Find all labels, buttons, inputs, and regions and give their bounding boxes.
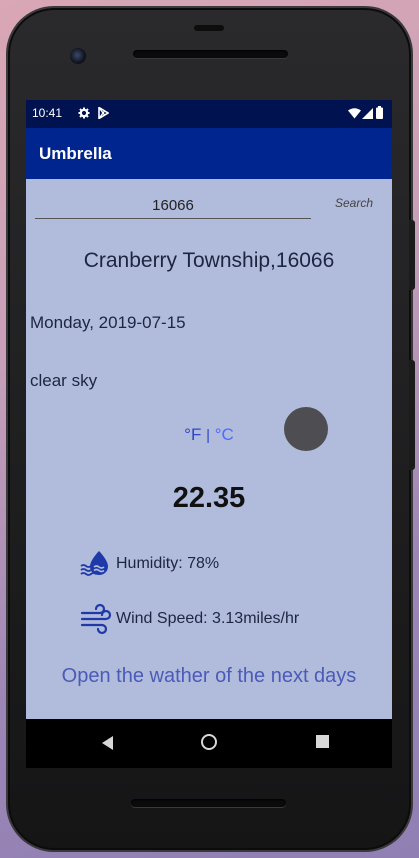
location-label: Cranberry Township,16066 (83, 249, 335, 272)
recents-icon[interactable] (316, 735, 329, 748)
back-icon[interactable] (102, 736, 113, 750)
wind-icon (80, 603, 112, 635)
screen: 10:41 Umbrella 16066 Search Cranberry To… (26, 100, 392, 768)
volume-button (409, 220, 415, 290)
gear-icon (78, 107, 90, 119)
touch-indicator (284, 407, 328, 451)
next-days-link[interactable]: Open the wather of the next days (26, 665, 392, 688)
fahrenheit-toggle[interactable]: °F (184, 425, 201, 444)
humidity-icon (80, 551, 108, 576)
navigation-bar (26, 719, 392, 768)
home-icon[interactable] (201, 734, 217, 750)
humidity-label: Humidity: 78% (116, 555, 220, 572)
wifi-icon (348, 108, 361, 119)
signal-icon (362, 108, 373, 119)
status-bar: 10:41 (26, 100, 392, 128)
status-time: 10:41 (32, 106, 63, 120)
phone-frame: 10:41 Umbrella 16066 Search Cranberry To… (8, 8, 415, 850)
app-title: Umbrella (39, 144, 112, 163)
search-button[interactable]: Search (335, 196, 373, 210)
power-button (409, 360, 415, 470)
bottom-speaker (131, 799, 286, 807)
weather-content: Search Cranberry Township,16066 Monday, … (26, 179, 392, 719)
date-label: Monday, 2019-07-15 (30, 313, 186, 332)
unit-separator: | (206, 427, 210, 444)
earpiece-speaker (133, 50, 288, 58)
battery-icon (376, 106, 383, 119)
weather-description: clear sky (30, 371, 98, 390)
front-camera (70, 48, 86, 64)
top-notch (194, 25, 224, 31)
unit-toggle: °F | °C (26, 425, 392, 445)
humidity-row: Humidity: 78% (80, 548, 219, 580)
temperature-value: 22.35 (172, 482, 246, 514)
wind-row: Wind Speed: 3.13miles/hr (80, 603, 299, 635)
wind-label: Wind Speed: 3.13miles/hr (116, 610, 300, 627)
app-bar: Umbrella (26, 128, 392, 179)
celsius-toggle[interactable]: °C (215, 425, 234, 444)
zip-code-input[interactable] (35, 192, 311, 219)
play-store-icon (98, 107, 109, 119)
